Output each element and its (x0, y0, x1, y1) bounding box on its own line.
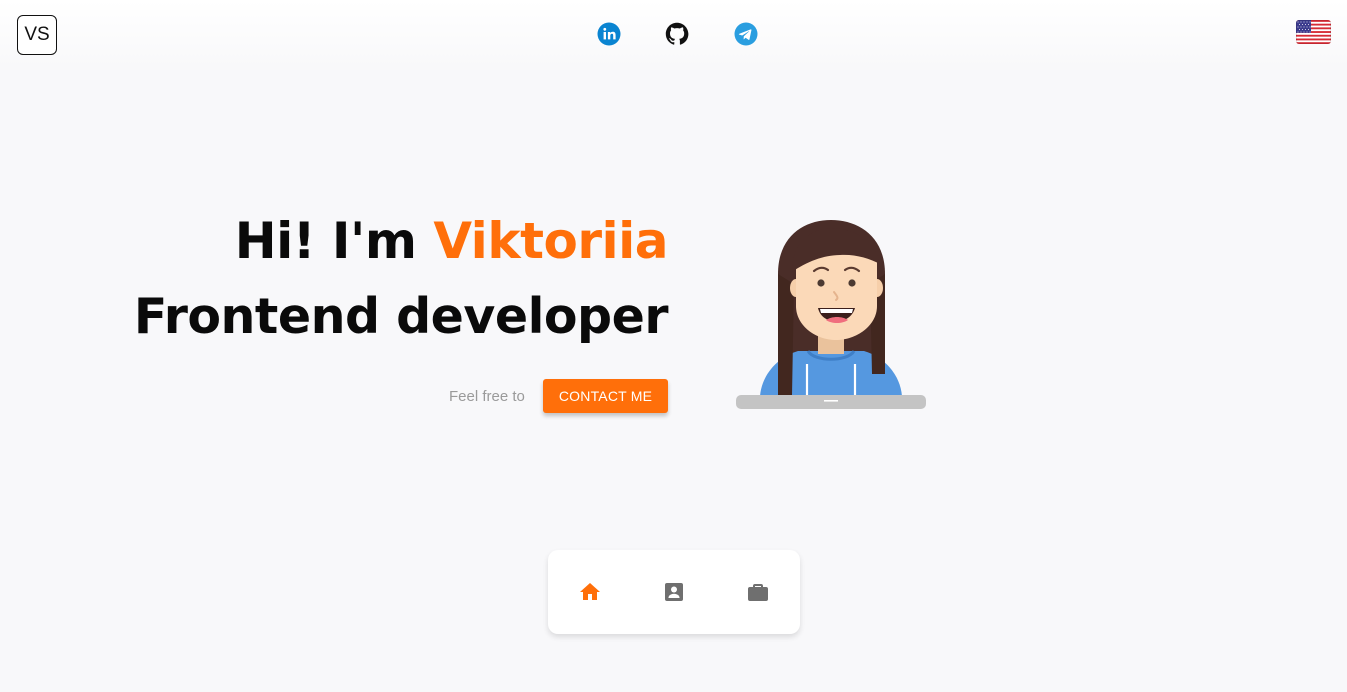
cta-text: Feel free to (449, 388, 525, 405)
telegram-icon (734, 22, 758, 46)
logo[interactable]: VS (17, 15, 57, 55)
contact-card-icon (662, 580, 686, 604)
developer-avatar-illustration (734, 214, 928, 412)
page: VS Hi! I'm Viktoriia Frontend developer … (0, 0, 1347, 692)
github-link[interactable] (665, 22, 689, 46)
language-switcher[interactable] (1296, 20, 1331, 44)
hero-name: Viktoriia (433, 212, 668, 270)
github-icon (665, 22, 689, 46)
contact-me-button[interactable]: CONTACT ME (543, 379, 668, 413)
linkedin-link[interactable] (597, 22, 621, 46)
home-icon (578, 580, 602, 604)
header: VS (0, 0, 1347, 68)
nav-about[interactable] (662, 580, 686, 604)
briefcase-icon (746, 580, 770, 604)
nav-portfolio[interactable] (746, 580, 770, 604)
us-flag-icon (1296, 20, 1331, 44)
hero-greeting: Hi! I'm Viktoriia (234, 211, 669, 271)
bottom-navigation (548, 550, 800, 634)
telegram-link[interactable] (734, 22, 758, 46)
linkedin-icon (597, 22, 621, 46)
nav-home[interactable] (578, 580, 602, 604)
greeting-text: Hi! I'm (234, 212, 417, 270)
logo-text: VS (24, 24, 50, 45)
hero-role: Frontend developer (133, 288, 669, 345)
